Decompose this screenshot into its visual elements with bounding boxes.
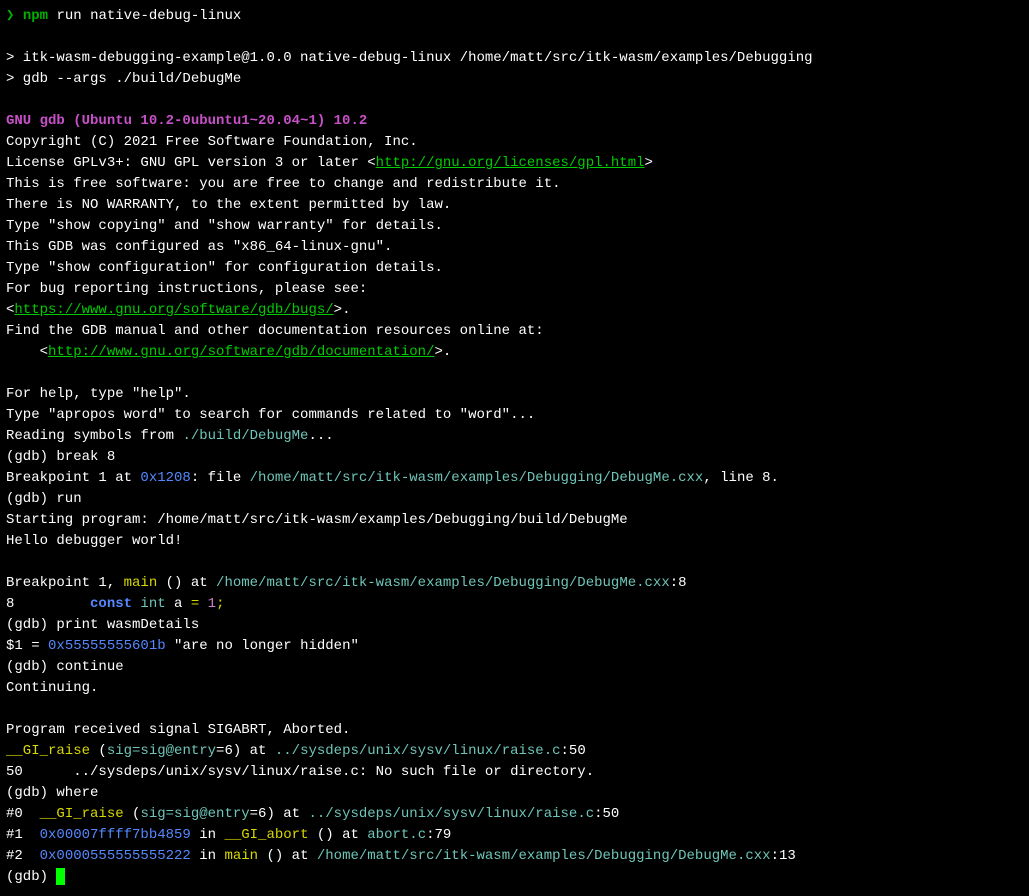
blank-line bbox=[6, 90, 1023, 111]
bugs-link-line: <https://www.gnu.org/software/gdb/bugs/>… bbox=[6, 300, 1023, 321]
prompt-symbol: ❯ bbox=[6, 8, 23, 24]
gdb-print-command: (gdb) print wasmDetails bbox=[6, 615, 1023, 636]
doc-link[interactable]: http://www.gnu.org/software/gdb/document… bbox=[48, 344, 434, 360]
license-line: License GPLv3+: GNU GPL version 3 or lat… bbox=[6, 153, 1023, 174]
configured-line: This GDB was configured as "x86_64-linux… bbox=[6, 237, 1023, 258]
free-software-line: This is free software: you are free to c… bbox=[6, 174, 1023, 195]
gdb-continue-command: (gdb) continue bbox=[6, 657, 1023, 678]
breakpoint-hit-line: Breakpoint 1, main () at /home/matt/src/… bbox=[6, 573, 1023, 594]
npm-output-1: > itk-wasm-debugging-example@1.0.0 nativ… bbox=[6, 48, 1023, 69]
print-result-line: $1 = 0x55555555601b "are no longer hidde… bbox=[6, 636, 1023, 657]
sigabrt-line: Program received signal SIGABRT, Aborted… bbox=[6, 720, 1023, 741]
breakpoint-set-line: Breakpoint 1 at 0x1208: file /home/matt/… bbox=[6, 468, 1023, 489]
npm-output-2: > gdb --args ./build/DebugMe bbox=[6, 69, 1023, 90]
blank-line bbox=[6, 363, 1023, 384]
no-file-line: 50 ../sysdeps/unix/sysv/linux/raise.c: N… bbox=[6, 762, 1023, 783]
bugs-link[interactable]: https://www.gnu.org/software/gdb/bugs/ bbox=[14, 302, 333, 318]
blank-line bbox=[6, 552, 1023, 573]
frame-2-line: #2 0x0000555555555222 in main () at /hom… bbox=[6, 846, 1023, 867]
blank-line bbox=[6, 699, 1023, 720]
gdb-where-command: (gdb) where bbox=[6, 783, 1023, 804]
source-line: 8 const int a = 1; bbox=[6, 594, 1023, 615]
gdb-version-header: GNU gdb (Ubuntu 10.2-0ubuntu1~20.04~1) 1… bbox=[6, 111, 1023, 132]
apropos-line: Type "apropos word" to search for comman… bbox=[6, 405, 1023, 426]
find-manual-line: Find the GDB manual and other documentat… bbox=[6, 321, 1023, 342]
starting-program-line: Starting program: /home/matt/src/itk-was… bbox=[6, 510, 1023, 531]
bug-report-line: For bug reporting instructions, please s… bbox=[6, 279, 1023, 300]
npm-args: run native-debug-linux bbox=[48, 8, 241, 24]
gdb-run-command: (gdb) run bbox=[6, 489, 1023, 510]
gdb-break-command: (gdb) break 8 bbox=[6, 447, 1023, 468]
copyright-line: Copyright (C) 2021 Free Software Foundat… bbox=[6, 132, 1023, 153]
license-link[interactable]: http://gnu.org/licenses/gpl.html bbox=[376, 155, 645, 171]
reading-symbols-line: Reading symbols from ./build/DebugMe... bbox=[6, 426, 1023, 447]
prompt-line[interactable]: ❯ npm run native-debug-linux bbox=[6, 6, 1023, 27]
frame-0-line: #0 __GI_raise (sig=sig@entry=6) at ../sy… bbox=[6, 804, 1023, 825]
terminal-window[interactable]: ❯ npm run native-debug-linux > itk-wasm-… bbox=[6, 6, 1023, 888]
continuing-line: Continuing. bbox=[6, 678, 1023, 699]
show-config-line: Type "show configuration" for configurat… bbox=[6, 258, 1023, 279]
cursor-icon bbox=[56, 868, 65, 885]
help-line: For help, type "help". bbox=[6, 384, 1023, 405]
frame-1-line: #1 0x00007ffff7bb4859 in __GI_abort () a… bbox=[6, 825, 1023, 846]
blank-line bbox=[6, 27, 1023, 48]
no-warranty-line: There is NO WARRANTY, to the extent perm… bbox=[6, 195, 1023, 216]
npm-command: npm bbox=[23, 8, 48, 24]
hello-output-line: Hello debugger world! bbox=[6, 531, 1023, 552]
raise-location-line: __GI_raise (sig=sig@entry=6) at ../sysde… bbox=[6, 741, 1023, 762]
show-copying-line: Type "show copying" and "show warranty" … bbox=[6, 216, 1023, 237]
doc-link-line: <http://www.gnu.org/software/gdb/documen… bbox=[6, 342, 1023, 363]
gdb-prompt-line[interactable]: (gdb) bbox=[6, 867, 1023, 888]
